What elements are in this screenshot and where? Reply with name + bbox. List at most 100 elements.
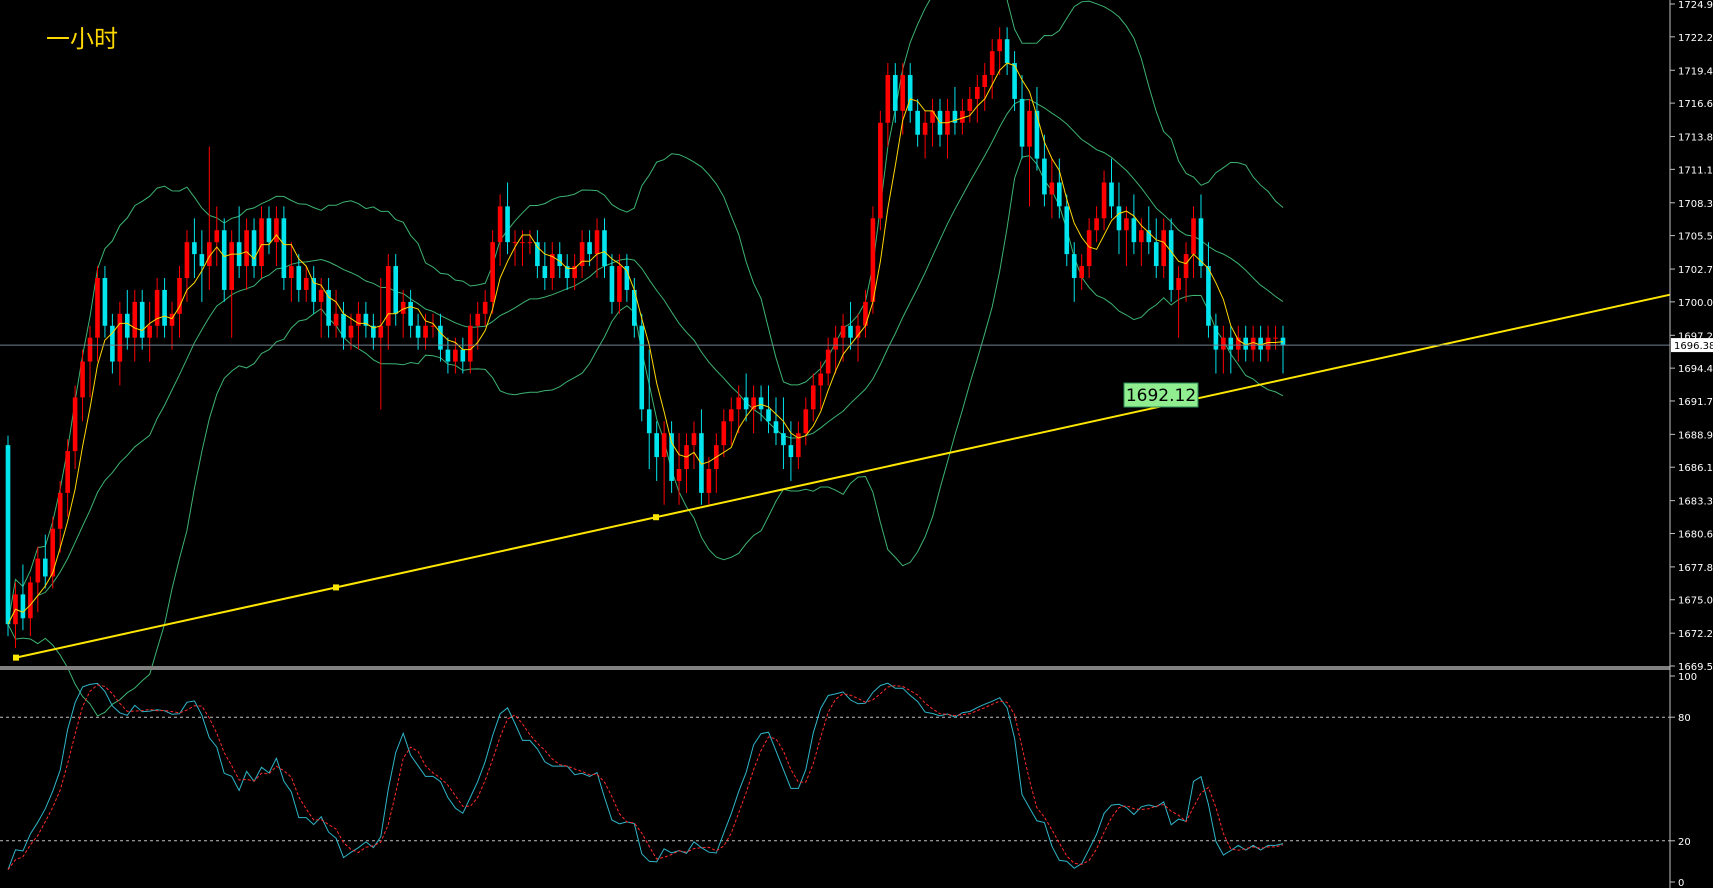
candle-body — [609, 266, 615, 302]
candle-body — [274, 218, 279, 243]
candle-body — [251, 230, 257, 267]
candle-body — [154, 289, 160, 326]
candle-body — [490, 242, 495, 302]
candle-body — [885, 75, 891, 123]
candle-body — [870, 218, 876, 302]
candle-body — [982, 75, 988, 87]
panel-separator — [0, 666, 1670, 670]
candle-body — [124, 313, 130, 338]
candle-body — [1168, 230, 1174, 290]
trendline-anchor — [653, 514, 659, 521]
candle-body — [639, 325, 645, 410]
candle-body — [825, 349, 831, 374]
candle-body — [788, 445, 794, 458]
candle-body — [289, 266, 294, 278]
candle-body — [781, 433, 786, 446]
candle-body — [1213, 325, 1219, 350]
candle-body — [1265, 337, 1271, 350]
stoch-tick-label: 20 — [1678, 837, 1691, 848]
price-tick-label: 1700.00 — [1678, 298, 1713, 309]
price-tick-label: 1683.35 — [1678, 497, 1713, 508]
candle-body — [1019, 98, 1025, 147]
candle-body — [65, 451, 70, 493]
chart-canvas: 一小时 1692.12 1696.38 1724.95 1722.20 1719.4… — [0, 0, 1713, 888]
price-tick-label: 1672.25 — [1678, 629, 1713, 640]
chart-background — [0, 0, 1713, 888]
candle-body — [803, 409, 809, 434]
stoch-tick-label: 80 — [1678, 713, 1691, 724]
candle-body — [35, 558, 41, 583]
candle-body — [1109, 182, 1114, 207]
candle-body — [661, 433, 667, 458]
candle-body — [512, 242, 518, 244]
candle-body — [773, 421, 779, 434]
candle-body — [1034, 110, 1040, 159]
candle-body — [341, 313, 346, 338]
candle-body — [699, 433, 704, 493]
candle-body — [244, 230, 249, 267]
candle-body — [766, 409, 771, 422]
candle-body — [1131, 218, 1137, 243]
candle — [1168, 218, 1174, 302]
candle-body — [669, 433, 674, 481]
candle-body — [5, 445, 11, 625]
price-tick-label: 1686.15 — [1678, 463, 1713, 474]
candle-body — [356, 313, 361, 326]
candle-body — [378, 325, 384, 338]
candle-body — [117, 313, 123, 362]
candle — [281, 206, 287, 290]
candle-body — [393, 266, 399, 314]
candle-body — [303, 277, 309, 290]
candle-body — [527, 242, 533, 244]
candle-body — [1101, 182, 1107, 219]
price-tick-label: 1713.85 — [1678, 133, 1713, 144]
candle-body — [505, 206, 510, 243]
candle-body — [1153, 242, 1159, 267]
candle-body — [162, 289, 167, 326]
candle-body — [974, 86, 980, 99]
candle-body — [646, 409, 652, 434]
candle-body — [42, 558, 48, 577]
candle-body — [467, 325, 473, 362]
candle-body — [1228, 337, 1234, 350]
candle-body — [1258, 337, 1263, 350]
price-tick-label: 1680.60 — [1678, 529, 1713, 540]
candle-body — [676, 469, 682, 481]
candle-body — [400, 301, 406, 314]
candle-body — [922, 122, 928, 135]
candle-body — [878, 122, 883, 219]
candle-body — [259, 218, 264, 267]
candle-body — [1071, 254, 1077, 278]
candle-body — [848, 325, 853, 338]
candle-body — [1049, 182, 1055, 195]
candle-body — [57, 492, 63, 529]
candle-body — [497, 206, 503, 243]
candle-body — [736, 397, 742, 410]
candle-body — [1116, 206, 1122, 231]
candle-body — [281, 218, 287, 278]
candle-body — [1176, 277, 1181, 290]
candle-body — [907, 75, 913, 111]
candle-body — [535, 242, 540, 267]
price-tick-label: 1724.95 — [1678, 0, 1713, 11]
candle-body — [728, 409, 734, 422]
candle-body — [296, 266, 302, 290]
candle-body — [810, 385, 816, 410]
candle-body — [72, 397, 78, 452]
candle-body — [266, 218, 272, 243]
price-tick-label: 1677.80 — [1678, 563, 1713, 574]
candle-body — [445, 349, 451, 362]
candle-body — [1273, 337, 1278, 339]
candle-body — [132, 301, 138, 338]
candle-body — [1004, 39, 1010, 64]
trendline-label: 1692.12 — [1126, 386, 1196, 406]
price-tick-label: 1691.70 — [1678, 397, 1713, 408]
candle — [639, 313, 645, 422]
candle-body — [87, 337, 93, 362]
candle-body — [423, 325, 428, 338]
candle-body — [743, 397, 749, 410]
timeframe-label: 一小时 — [46, 25, 118, 53]
candle-body — [967, 98, 973, 111]
candle-body — [333, 313, 339, 326]
candle-body — [1198, 218, 1204, 267]
